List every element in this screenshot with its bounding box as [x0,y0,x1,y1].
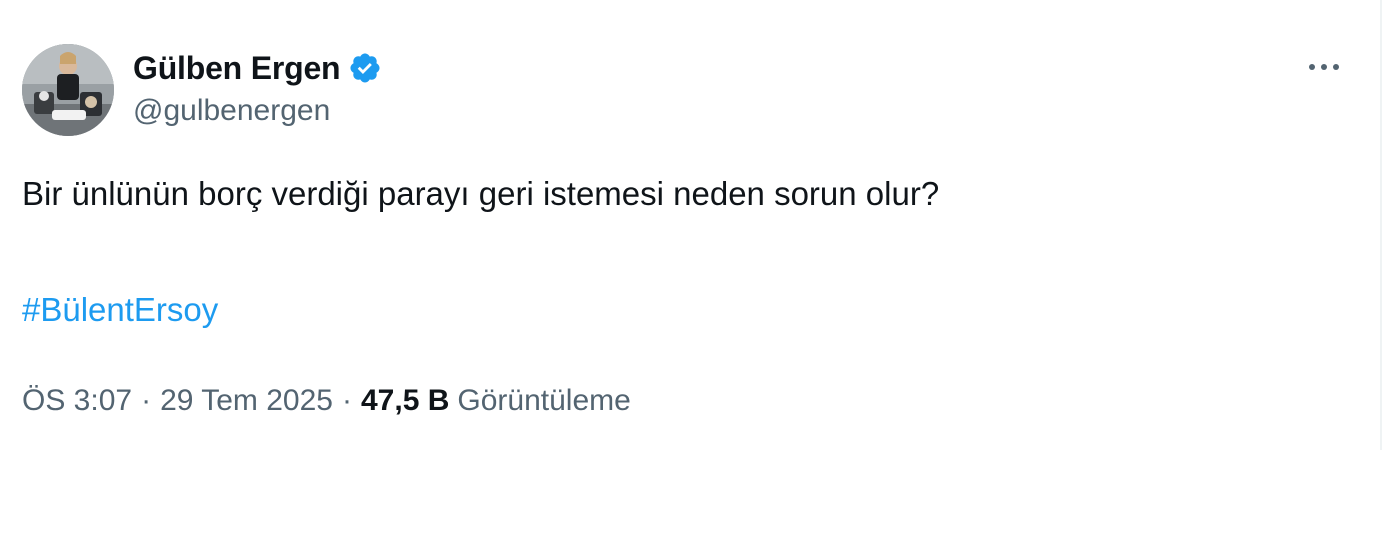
tweet-date[interactable]: 29 Tem 2025 [160,381,333,421]
tweet-card: Gülben Ergen @gulbenergen Bir ünlünün bo… [0,0,1384,555]
author-name-row: Gülben Ergen [133,46,382,90]
profile-photo-icon [22,44,114,136]
tweet-time[interactable]: ÖS 3:07 [22,381,132,421]
tweet-text: Bir ünlünün borç verdiği parayı geri ist… [22,175,940,212]
author-display-name[interactable]: Gülben Ergen [133,50,341,87]
more-horizontal-icon [1309,64,1339,70]
author-handle[interactable]: @gulbenergen [133,94,330,128]
avatar[interactable] [22,44,114,136]
right-divider [1380,0,1382,450]
separator-dot: · [342,384,352,417]
verified-badge-icon[interactable] [348,51,382,85]
hashtag-link[interactable]: #BülentErsoy [22,288,218,332]
views-count[interactable]: 47,5 B [361,381,449,421]
more-options-button[interactable] [1296,50,1352,84]
views-label[interactable]: Görüntüleme [457,381,630,421]
tweet-metadata: ÖS 3:07 · 29 Tem 2025 · 47,5 B Görüntüle… [22,381,631,421]
separator-dot: · [141,384,152,417]
